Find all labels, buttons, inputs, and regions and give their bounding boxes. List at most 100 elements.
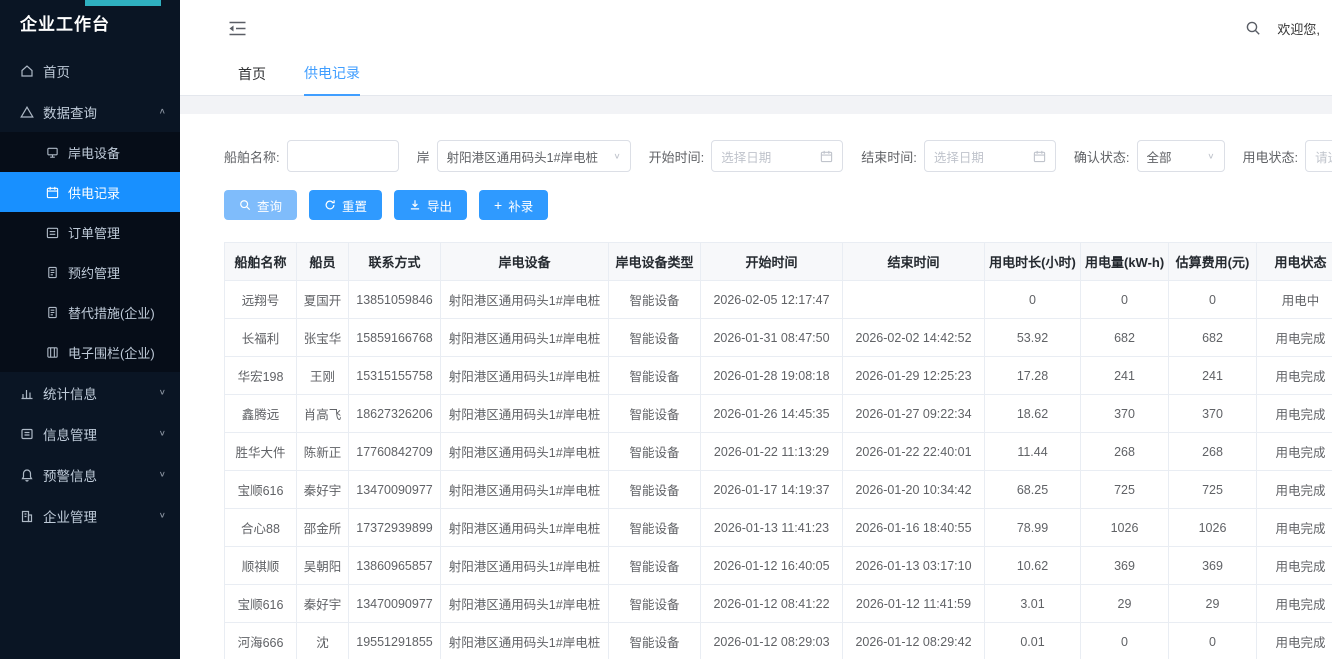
- table-cell: [843, 281, 985, 319]
- electronic-fence-icon: [46, 346, 59, 359]
- table-cell: 2026-01-13 11:41:23: [701, 509, 843, 547]
- refresh-icon: [324, 199, 336, 211]
- add-record-button[interactable]: + 补录: [479, 190, 548, 220]
- device-label: 岸: [417, 147, 430, 166]
- sidebar-item-shore-device[interactable]: 岸电设备: [0, 132, 180, 172]
- table-cell: 用电完成: [1257, 319, 1332, 357]
- reset-button[interactable]: 重置: [309, 190, 382, 220]
- table-cell: 用电完成: [1257, 471, 1332, 509]
- table-cell: 29: [1169, 585, 1257, 623]
- table-cell: 725: [1081, 471, 1169, 509]
- column-header: 船员: [297, 243, 349, 281]
- table-cell: 2026-01-12 08:29:42: [843, 623, 985, 659]
- table-cell: 2026-02-05 12:17:47: [701, 281, 843, 319]
- table-cell: 2026-01-12 08:29:03: [701, 623, 843, 659]
- table-cell: 2026-01-12 08:41:22: [701, 585, 843, 623]
- table-cell: 宝顺616: [225, 585, 297, 623]
- table-cell: 0: [1081, 623, 1169, 659]
- table-row: 鑫腾远肖高飞18627326206射阳港区通用码头1#岸电桩智能设备2026-0…: [225, 395, 1332, 433]
- tab-home[interactable]: 首页: [238, 64, 266, 95]
- table-body: 远翔号夏国开13851059846射阳港区通用码头1#岸电桩智能设备2026-0…: [225, 281, 1332, 659]
- table-cell: 河海666: [225, 623, 297, 659]
- sidebar-item-label: 预约管理: [68, 263, 166, 282]
- table-cell: 682: [1169, 319, 1257, 357]
- table-header-row: 船舶名称船员联系方式岸电设备岸电设备类型开始时间结束时间用电时长(小时)用电量(…: [225, 243, 1332, 281]
- table-cell: 2026-01-31 08:47:50: [701, 319, 843, 357]
- table-cell: 2026-02-02 14:42:52: [843, 319, 985, 357]
- sidebar-item-data-query[interactable]: 数据查询 ∧: [0, 91, 180, 132]
- table-cell: 10.62: [985, 547, 1081, 585]
- table-cell: 用电完成: [1257, 357, 1332, 395]
- table-cell: 用电完成: [1257, 547, 1332, 585]
- confirm-status-label: 确认状态:: [1074, 147, 1130, 166]
- table-cell: 370: [1081, 395, 1169, 433]
- table-row: 河海666沈19551291855射阳港区通用码头1#岸电桩智能设备2026-0…: [225, 623, 1332, 659]
- table-cell: 2026-01-17 14:19:37: [701, 471, 843, 509]
- query-button[interactable]: 查询: [224, 190, 297, 220]
- table-row: 长福利张宝华15859166768射阳港区通用码头1#岸电桩智能设备2026-0…: [225, 319, 1332, 357]
- table-cell: 17.28: [985, 357, 1081, 395]
- table-cell: 1026: [1169, 509, 1257, 547]
- table-cell: 0: [1169, 623, 1257, 659]
- main-area: 欢迎您, 首页 供电记录 船舶名称: 岸 射阳港区通用码头1#岸电桩 ∨: [180, 0, 1332, 659]
- end-date-picker[interactable]: 选择日期: [924, 140, 1056, 172]
- ship-name-input[interactable]: [287, 140, 399, 172]
- table-cell: 241: [1081, 357, 1169, 395]
- table-cell: 用电完成: [1257, 585, 1332, 623]
- filter-ship-name: 船舶名称:: [224, 140, 399, 172]
- sidebar-item-warning-info[interactable]: 预警信息 ∨: [0, 454, 180, 495]
- sidebar-item-home[interactable]: 首页: [0, 50, 180, 91]
- sidebar-item-order-mgmt[interactable]: 订单管理: [0, 212, 180, 252]
- sidebar-item-info-mgmt[interactable]: 信息管理 ∨: [0, 413, 180, 454]
- info-mgmt-icon: [20, 427, 34, 441]
- device-select[interactable]: 射阳港区通用码头1#岸电桩 ∨: [437, 140, 631, 172]
- search-icon[interactable]: [1245, 20, 1261, 36]
- sidebar-item-enterprise-mgmt[interactable]: 企业管理 ∨: [0, 495, 180, 536]
- column-header: 船舶名称: [225, 243, 297, 281]
- sidebar-item-alternative-measures[interactable]: 替代措施(企业): [0, 292, 180, 332]
- power-status-label: 用电状态:: [1243, 147, 1299, 166]
- table-cell: 17760842709: [349, 433, 441, 471]
- table-cell: 19551291855: [349, 623, 441, 659]
- export-button[interactable]: 导出: [394, 190, 467, 220]
- sidebar-item-reservation-mgmt[interactable]: 预约管理: [0, 252, 180, 292]
- table-cell: 胜华大件: [225, 433, 297, 471]
- table-cell: 沈: [297, 623, 349, 659]
- table-cell: 682: [1081, 319, 1169, 357]
- table-cell: 68.25: [985, 471, 1081, 509]
- tab-power-records[interactable]: 供电记录: [304, 63, 360, 96]
- table-cell: 顺祺顺: [225, 547, 297, 585]
- sidebar-item-electronic-fence[interactable]: 电子围栏(企业): [0, 332, 180, 372]
- chevron-down-icon: ∨: [159, 470, 166, 479]
- collapse-sidebar-icon[interactable]: [228, 20, 247, 37]
- add-record-button-label: 补录: [508, 196, 533, 215]
- table-cell: 13851059846: [349, 281, 441, 319]
- table-row: 华宏198王刚15315155758射阳港区通用码头1#岸电桩智能设备2026-…: [225, 357, 1332, 395]
- power-status-select[interactable]: 请选择 ∨: [1305, 140, 1332, 172]
- column-header: 用电状态: [1257, 243, 1332, 281]
- table-cell: 1026: [1081, 509, 1169, 547]
- screen-artifact: [85, 0, 161, 6]
- sidebar-item-power-records[interactable]: 供电记录: [0, 172, 180, 212]
- app-window: 企业工作台 首页 数据查询 ∧ 岸电设备: [0, 0, 1332, 659]
- table-cell: 智能设备: [609, 433, 701, 471]
- table-cell: 2026-01-29 12:25:23: [843, 357, 985, 395]
- end-time-label: 结束时间:: [861, 147, 917, 166]
- query-button-label: 查询: [257, 196, 282, 215]
- filter-end-time: 结束时间: 选择日期: [861, 140, 1056, 172]
- table-cell: 智能设备: [609, 319, 701, 357]
- welcome-text: 欢迎您,: [1277, 19, 1320, 38]
- table-cell: 13470090977: [349, 585, 441, 623]
- table-cell: 18.62: [985, 395, 1081, 433]
- table-cell: 2026-01-12 11:41:59: [843, 585, 985, 623]
- sidebar-item-label: 预警信息: [43, 465, 150, 485]
- sidebar-item-statistics[interactable]: 统计信息 ∨: [0, 372, 180, 413]
- start-date-picker[interactable]: 选择日期: [711, 140, 843, 172]
- sidebar-item-label: 统计信息: [43, 383, 150, 403]
- table-cell: 智能设备: [609, 623, 701, 659]
- table-row: 远翔号夏国开13851059846射阳港区通用码头1#岸电桩智能设备2026-0…: [225, 281, 1332, 319]
- confirm-status-value: 全部: [1147, 147, 1204, 166]
- confirm-status-select[interactable]: 全部 ∨: [1137, 140, 1225, 172]
- sidebar-menu: 首页 数据查询 ∧ 岸电设备: [0, 50, 180, 536]
- filter-start-time: 开始时间: 选择日期: [649, 140, 844, 172]
